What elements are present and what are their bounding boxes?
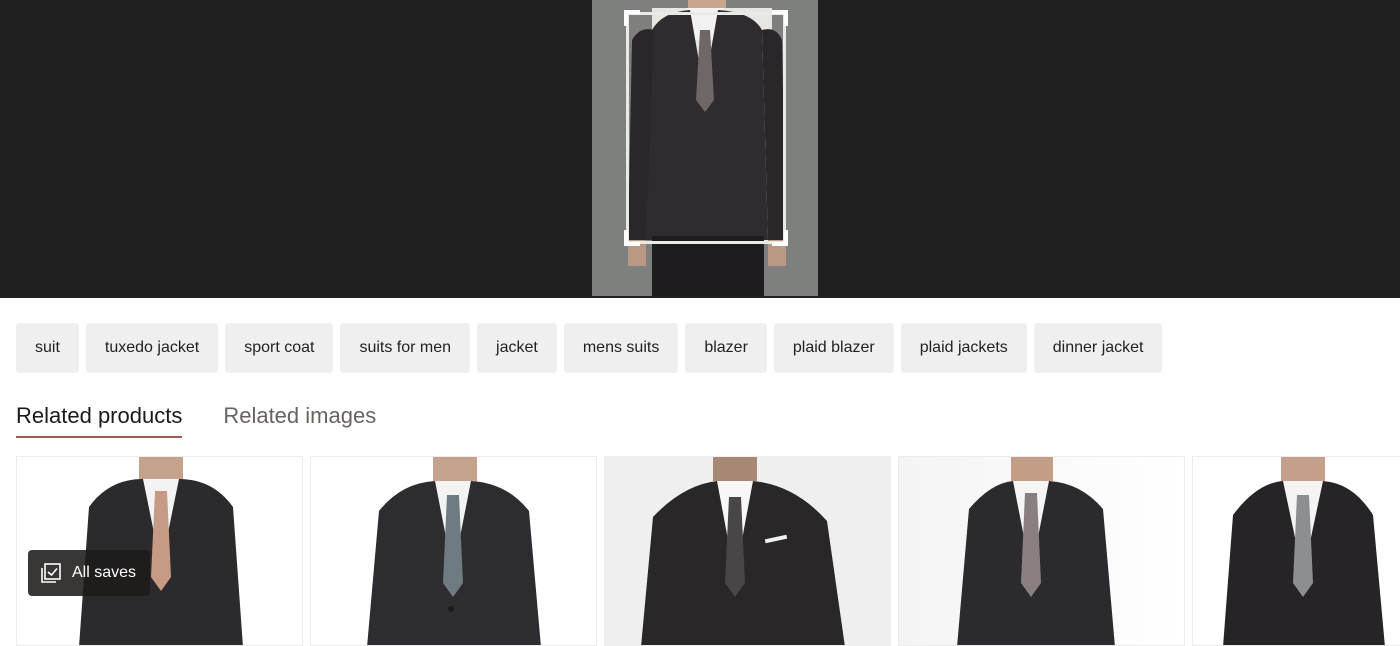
saves-checkbox-icon [40,562,62,584]
suit-photo [592,0,818,296]
product-image [957,457,1115,645]
chip-dinner-jacket[interactable]: dinner jacket [1033,323,1163,373]
results-tabs: Related products Related images [16,402,376,438]
product-card[interactable] [310,456,597,646]
all-saves-button[interactable]: All saves [28,550,150,596]
chip-blazer[interactable]: blazer [685,323,767,373]
tab-related-products[interactable]: Related products [16,402,183,438]
chip-suit[interactable]: suit [16,323,79,373]
product-grid [16,456,1400,646]
chip-tuxedo-jacket[interactable]: tuxedo jacket [85,323,219,373]
product-card[interactable] [1192,456,1400,646]
chip-plaid-jackets[interactable]: plaid jackets [900,323,1027,373]
chip-sport-coat[interactable]: sport coat [225,323,334,373]
product-image [367,457,541,645]
chip-mens-suits[interactable]: mens suits [563,323,679,373]
product-image [1223,457,1385,645]
product-card[interactable] [898,456,1185,646]
chip-plaid-blazer[interactable]: plaid blazer [773,323,894,373]
product-card[interactable] [604,456,891,646]
chip-jacket[interactable]: jacket [477,323,557,373]
search-suggestion-chips: suit tuxedo jacket sport coat suits for … [16,323,1163,373]
image-viewer [0,0,1400,298]
chip-suits-for-men[interactable]: suits for men [340,323,471,373]
product-image [641,457,845,645]
all-saves-label: All saves [72,564,137,581]
source-image[interactable] [592,0,818,296]
tab-related-images[interactable]: Related images [223,402,376,438]
